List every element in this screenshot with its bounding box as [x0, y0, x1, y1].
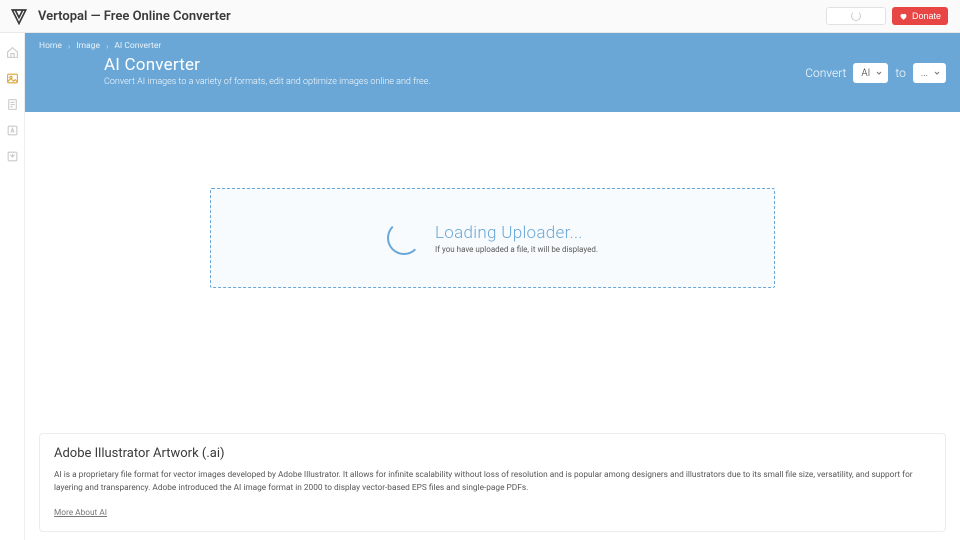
- donate-label: Donate: [912, 11, 941, 21]
- app-title: Vertopal — Free Online Converter: [38, 9, 231, 24]
- sidebar-item-image[interactable]: [0, 65, 25, 91]
- main-content: Home › Image › AI Converter AI Converter…: [25, 33, 960, 540]
- image-icon: [6, 72, 19, 85]
- ebook-icon: [6, 150, 19, 163]
- info-body: AI is a proprietary file format for vect…: [54, 469, 931, 494]
- chevron-right-icon: ›: [68, 42, 70, 51]
- breadcrumb-item[interactable]: AI Converter: [114, 41, 161, 51]
- sidebar-item-document[interactable]: [0, 91, 25, 117]
- hero-banner: Home › Image › AI Converter AI Converter…: [25, 33, 960, 112]
- brand-logo-icon: [10, 7, 28, 25]
- chevron-down-icon: [933, 69, 941, 77]
- from-format-select[interactable]: AI: [853, 63, 888, 83]
- more-about-link[interactable]: More About AI: [54, 508, 107, 518]
- uploader-subtitle: If you have uploaded a file, it will be …: [435, 245, 598, 254]
- donate-button[interactable]: Donate: [892, 7, 948, 25]
- left-sidebar: [0, 33, 25, 540]
- format-info-card: Adobe Illustrator Artwork (.ai) AI is a …: [39, 433, 946, 532]
- uploader-title: Loading Uploader...: [435, 223, 598, 243]
- sidebar-item-home[interactable]: [0, 39, 25, 65]
- info-heading: Adobe Illustrator Artwork (.ai): [54, 446, 931, 461]
- spinner-icon: [387, 221, 421, 255]
- convert-label: Convert: [805, 66, 846, 80]
- spinner-icon: [851, 11, 861, 21]
- document-icon: [6, 98, 19, 111]
- to-label: to: [895, 66, 905, 80]
- home-icon: [6, 46, 19, 59]
- to-format-value: ...: [921, 68, 928, 79]
- heart-icon: [899, 12, 908, 21]
- chevron-down-icon: [875, 69, 883, 77]
- breadcrumb-item[interactable]: Home: [39, 41, 62, 51]
- font-icon: [6, 124, 19, 137]
- chevron-right-icon: ›: [106, 42, 108, 51]
- breadcrumb: Home › Image › AI Converter: [39, 41, 946, 51]
- from-format-value: AI: [861, 68, 870, 79]
- top-bar: Vertopal — Free Online Converter Donate: [0, 0, 960, 33]
- sidebar-item-ebook[interactable]: [0, 143, 25, 169]
- convert-controls: Convert AI to ...: [805, 63, 946, 83]
- to-format-select[interactable]: ...: [913, 63, 946, 83]
- uploader-dropzone[interactable]: Loading Uploader... If you have uploaded…: [210, 188, 775, 288]
- sidebar-item-font[interactable]: [0, 117, 25, 143]
- hero-text: AI Converter Convert AI images to a vari…: [104, 55, 431, 87]
- page-subtitle: Convert AI images to a variety of format…: [104, 77, 431, 87]
- page-title: AI Converter: [104, 55, 431, 75]
- header-loading-pill: [826, 7, 886, 25]
- breadcrumb-item[interactable]: Image: [76, 41, 100, 51]
